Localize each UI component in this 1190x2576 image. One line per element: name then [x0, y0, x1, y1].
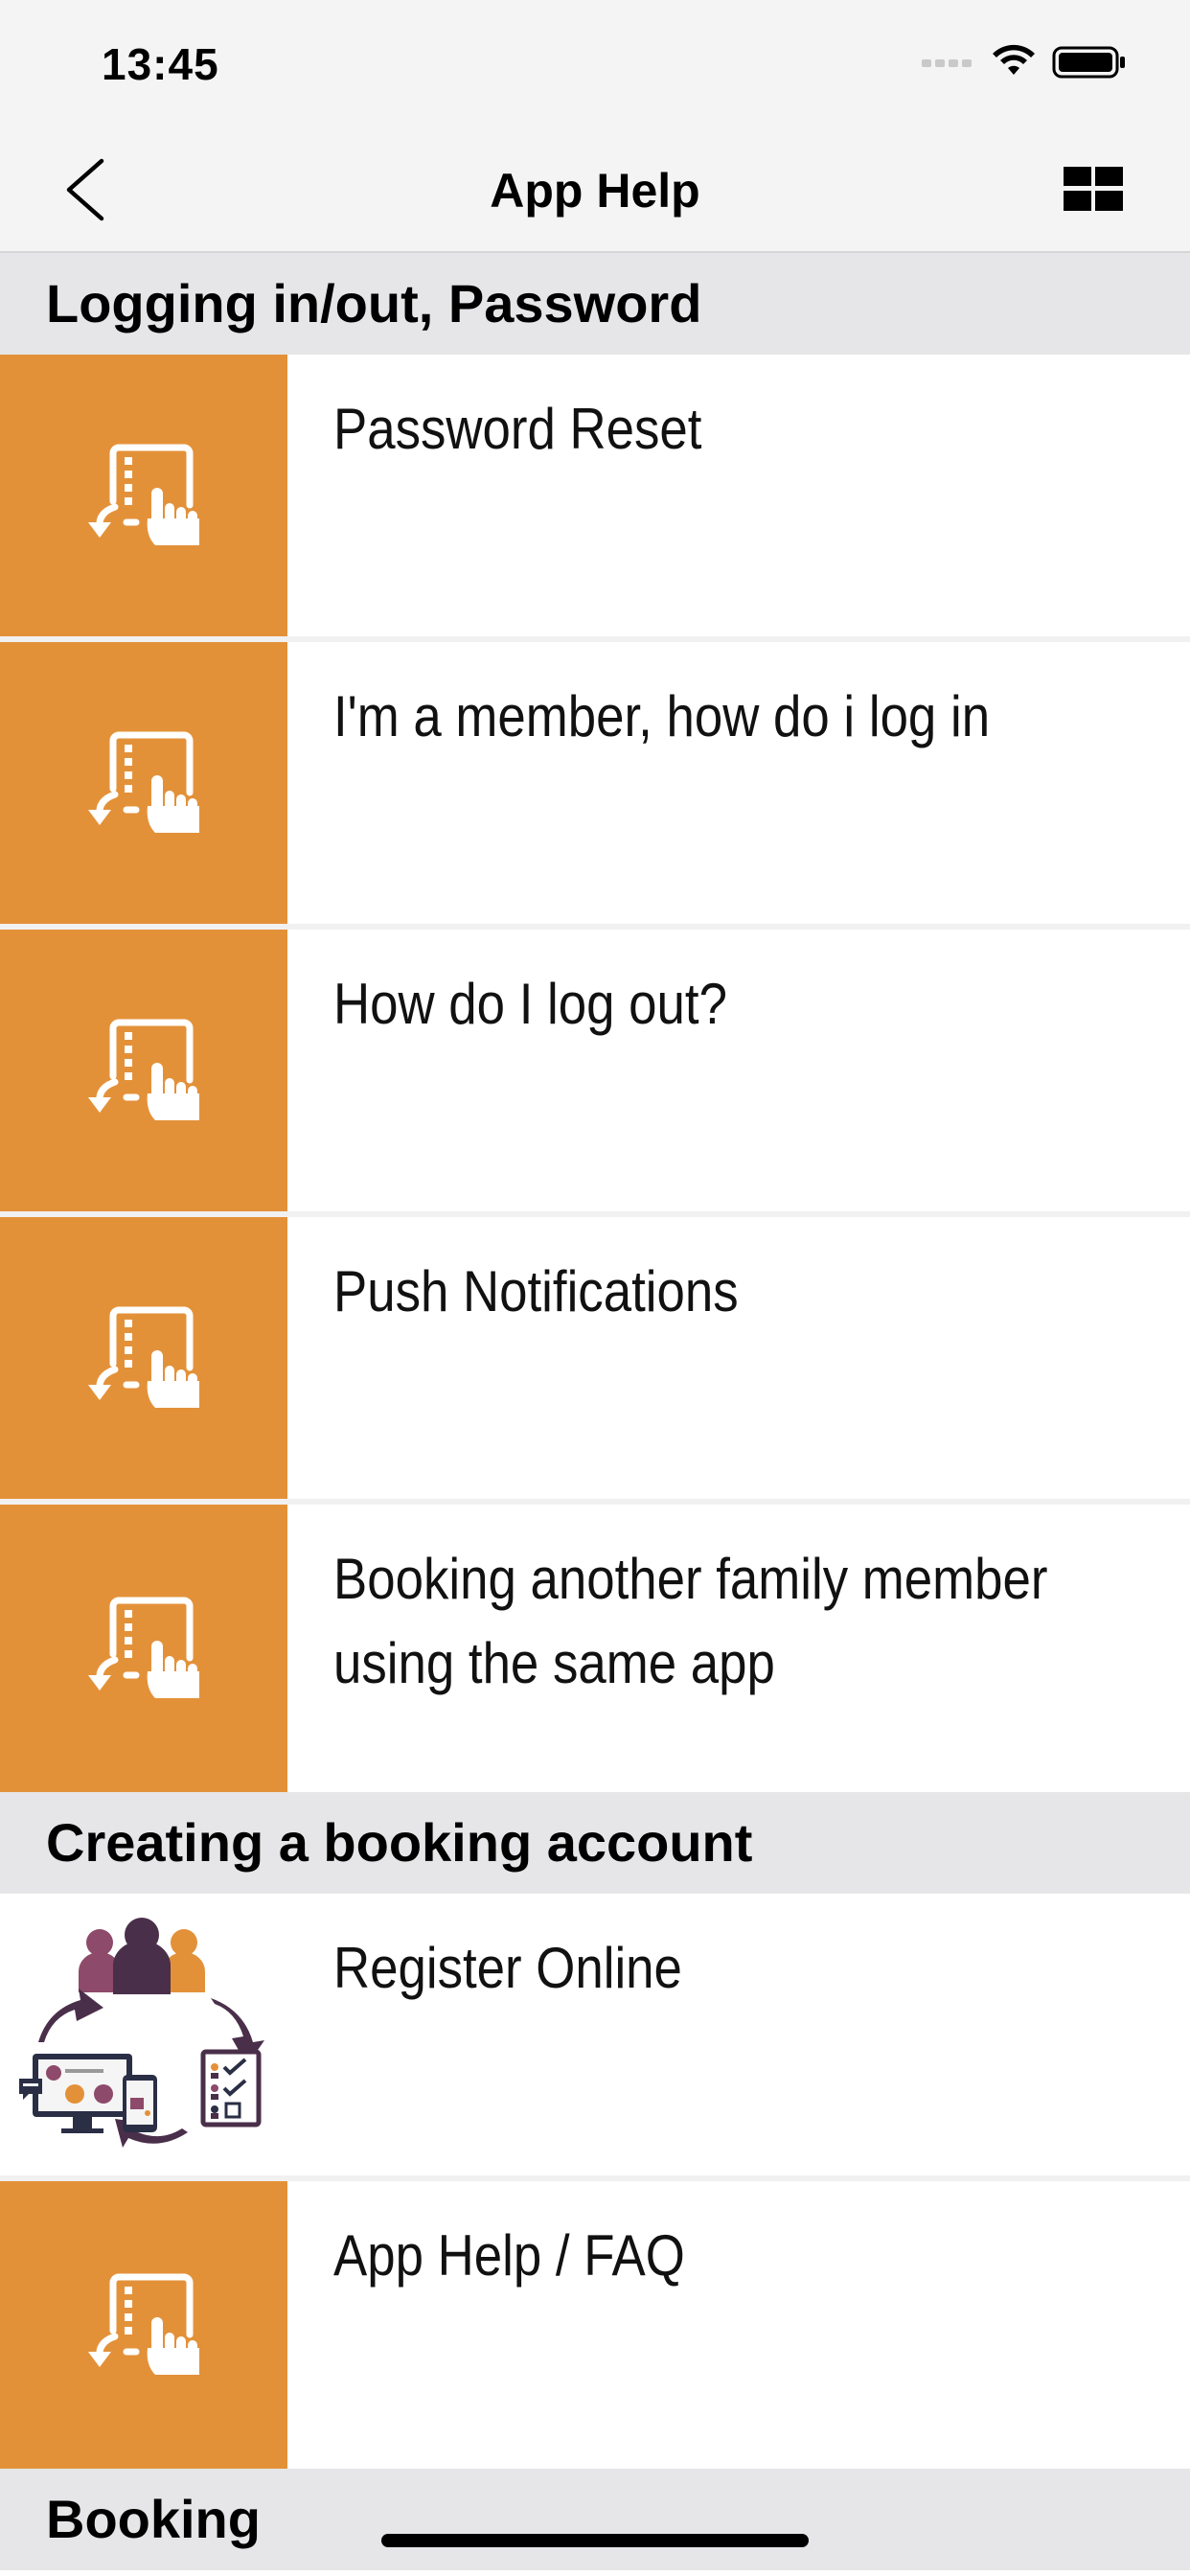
section-header-logging-in: Logging in/out, Password [0, 253, 1190, 355]
people-icon [79, 1918, 205, 1994]
list-item-password-reset[interactable]: Password Reset [0, 355, 1190, 642]
tablet-touch-icon [0, 355, 287, 636]
section-header-booking: Booking [0, 2469, 1190, 2570]
list-item-member-login[interactable]: I'm a member, how do i log in [0, 642, 1190, 930]
status-icons [922, 44, 1125, 79]
list-item-label: App Help / FAQ [333, 2223, 685, 2288]
home-indicator [381, 2534, 809, 2547]
tablet-touch-icon [0, 1505, 287, 1792]
list-item-label: How do I log out? [333, 972, 727, 1036]
status-time: 13:45 [102, 39, 219, 89]
list-item-log-out[interactable]: How do I log out? [0, 930, 1190, 1217]
status-bar: 13:45 [0, 0, 1190, 126]
checklist-icon [200, 2049, 262, 2128]
page-title: App Help [490, 164, 700, 218]
list-item-label: Booking another family member using the … [333, 1547, 1048, 1695]
phone-icon [123, 2075, 157, 2132]
register-online-illustration [0, 1894, 287, 2175]
list-item-register-online[interactable]: Register Online [0, 1894, 1190, 2181]
tablet-touch-icon [0, 642, 287, 924]
list-item-family-booking[interactable]: Booking another family member using the … [0, 1505, 1190, 1792]
list-item-app-help-faq[interactable]: App Help / FAQ [0, 2181, 1190, 2469]
section-header-creating-account: Creating a booking account [0, 1792, 1190, 1894]
tablet-touch-icon [0, 930, 287, 1211]
wifi-icon [993, 44, 1035, 75]
list-item-push-notifications[interactable]: Push Notifications [0, 1217, 1190, 1505]
help-list: Logging in/out, Password Password Reset … [0, 253, 1190, 2570]
tablet-touch-icon [0, 1217, 287, 1499]
list-item-label: Push Notifications [333, 1259, 739, 1323]
list-item-label: Register Online [333, 1936, 682, 2000]
battery-icon [1052, 46, 1125, 79]
list-item-label: Password Reset [333, 397, 702, 461]
grid-view-icon[interactable] [1064, 167, 1123, 211]
tablet-touch-icon [0, 2181, 287, 2469]
navigation-bar: App Help [0, 126, 1190, 253]
list-item-label: I'm a member, how do i log in [333, 684, 991, 748]
signal-icon [922, 59, 972, 67]
